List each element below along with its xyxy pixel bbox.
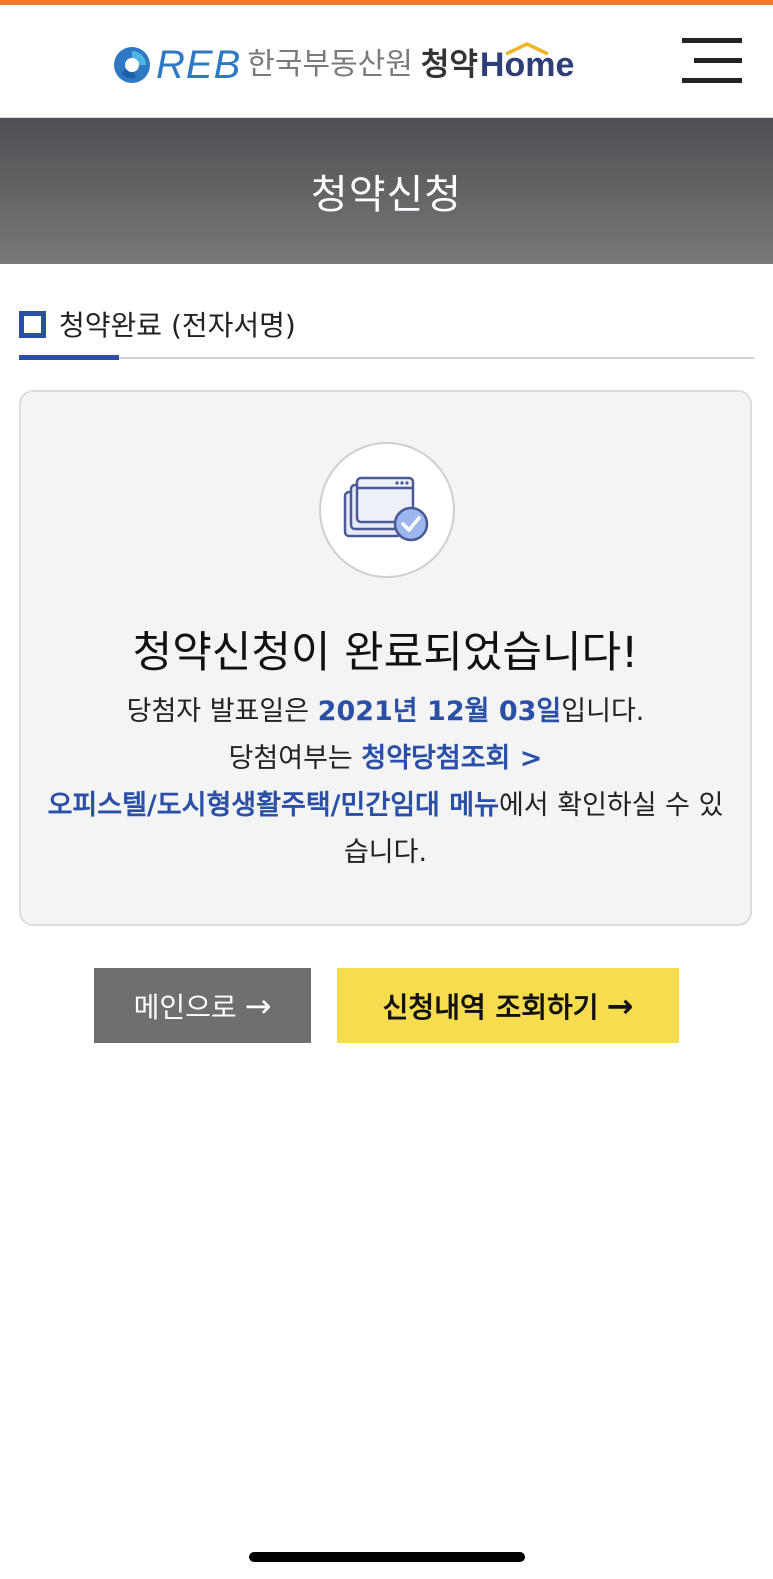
logo-reb-text: REB xyxy=(156,43,242,87)
go-main-button[interactable]: 메인으로 → xyxy=(94,968,311,1043)
view-history-button-label: 신청내역 조회하기 xyxy=(382,990,599,1024)
desc-line-1-suffix: 입니다. xyxy=(561,696,645,727)
document-check-icon xyxy=(319,442,455,578)
logo-home-text: Home xyxy=(480,42,574,82)
completion-panel: 청약신청이 완료되었습니다! 당첨자 발표일은 2021년 12월 03일입니다… xyxy=(19,390,752,926)
section-header: 청약완료 (전자서명) xyxy=(19,300,754,362)
logo-cheongyak-text: 청약 xyxy=(420,46,478,83)
announce-date: 2021년 12월 03일 xyxy=(317,696,562,727)
home-indicator[interactable] xyxy=(249,1552,525,1562)
page-title: 청약신청 xyxy=(310,172,463,218)
arrow-right-icon: → xyxy=(606,986,634,1025)
hamburger-menu-icon[interactable] xyxy=(682,38,742,88)
section-title: 청약완료 (전자서명) xyxy=(59,309,296,342)
document-windows-graphic xyxy=(343,476,429,542)
arrow-right-icon: → xyxy=(244,986,272,1025)
menu-path-link-2[interactable]: 오피스텔/도시형생활주택/민간임대 메뉴 xyxy=(48,790,499,821)
logo-org-name: 한국부동산원 xyxy=(247,47,413,82)
section-divider-accent xyxy=(19,355,119,360)
site-logo[interactable]: REB 한국부동산원 청약 Home xyxy=(112,39,574,91)
page-banner: 청약신청 xyxy=(0,118,773,264)
site-header: REB 한국부동산원 청약 Home xyxy=(0,5,773,118)
desc-line-2: 당첨여부는 청약당첨조회 > xyxy=(41,735,730,782)
desc-line-3: 오피스텔/도시형생활주택/민간임대 메뉴에서 확인하실 수 있습니다. xyxy=(41,782,730,876)
square-bullet-icon xyxy=(19,311,46,338)
desc-line-1: 당첨자 발표일은 2021년 12월 03일입니다. xyxy=(41,688,730,735)
menu-path-link[interactable]: 청약당첨조회 > xyxy=(361,743,542,774)
desc-line-2-prefix: 당첨여부는 xyxy=(228,743,362,774)
reb-logo-mark-icon xyxy=(114,47,150,83)
completion-description: 당첨자 발표일은 2021년 12월 03일입니다. 당첨여부는 청약당첨조회 … xyxy=(41,688,730,876)
view-application-history-button[interactable]: 신청내역 조회하기 → xyxy=(337,968,679,1043)
go-main-button-label: 메인으로 xyxy=(133,990,237,1024)
section-divider xyxy=(19,357,754,359)
desc-line-1-prefix: 당첨자 발표일은 xyxy=(126,696,318,727)
completion-title: 청약신청이 완료되었습니다! xyxy=(132,628,639,678)
roof-icon xyxy=(505,42,549,56)
